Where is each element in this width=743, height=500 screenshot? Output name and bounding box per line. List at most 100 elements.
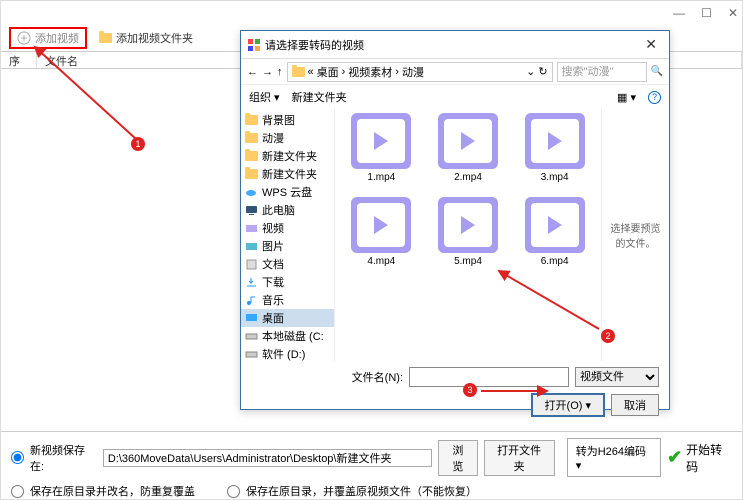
open-folder-button[interactable]: 打开文件夹 [484, 440, 555, 476]
search-placeholder: 搜索"动漫" [562, 66, 614, 78]
pic-icon [245, 241, 258, 252]
file-item[interactable]: 3.mp4 [512, 113, 597, 195]
cancel-button[interactable]: 取消 [611, 394, 659, 416]
dialog-toolbar: 组织 ▾ 新建文件夹 ▦ ▾ ? [241, 85, 669, 109]
save-path-input[interactable] [103, 449, 432, 467]
dialog-nav: ← → ↑ « 桌面 › 视频素材 › 动漫 ⌄ ↻ 搜索"动漫" 🔍 [241, 59, 669, 85]
folder-icon [99, 33, 112, 43]
video-icon [245, 223, 258, 234]
file-name-label: 6.mp4 [541, 256, 569, 267]
nav-up-button[interactable]: ↑ [277, 66, 283, 78]
tree-item[interactable]: 桌面 [241, 309, 334, 327]
video-thumb-icon [438, 197, 498, 253]
start-label: 开始转码 [686, 441, 732, 475]
tree-item[interactable]: 此电脑 [241, 201, 334, 219]
add-folder-label: 添加视频文件夹 [116, 30, 193, 46]
tree-item[interactable]: 图片 [241, 237, 334, 255]
maximize-button[interactable]: ☐ [701, 6, 712, 20]
tree-item-label: 下载 [262, 274, 284, 290]
download-icon [245, 277, 258, 288]
tree-item[interactable]: 文档 [241, 255, 334, 273]
annotation-marker-2: 2 [601, 329, 615, 343]
search-input[interactable]: 搜索"动漫" [557, 62, 647, 82]
file-item[interactable]: 1.mp4 [339, 113, 424, 195]
col-index[interactable]: 序号 [1, 52, 37, 68]
dialog-title: 请选择要转码的视频 [265, 37, 639, 53]
tree-item[interactable]: 动漫 [241, 129, 334, 147]
dialog-footer: 文件名(N): 视频文件 打开(O) ▾ 取消 [241, 361, 669, 429]
annotation-marker-1: 1 [131, 137, 145, 151]
browse-button[interactable]: 浏览 [438, 440, 477, 476]
open-button[interactable]: 打开(O) ▾ [531, 393, 605, 417]
annotation-marker-3: 3 [463, 383, 477, 397]
tree-item[interactable]: 下载 [241, 273, 334, 291]
file-item[interactable]: 4.mp4 [339, 197, 424, 279]
dialog-close-button[interactable]: ✕ [639, 36, 663, 53]
view-mode-button[interactable]: ▦ ▾ [617, 91, 636, 104]
tree-item[interactable]: 软件 (D:) [241, 345, 334, 361]
close-button[interactable]: ✕ [728, 6, 738, 20]
music-icon [245, 295, 258, 306]
tree-item-label: 桌面 [262, 310, 284, 326]
tree-item-label: 音乐 [262, 292, 284, 308]
filetype-select[interactable]: 视频文件 [575, 367, 659, 387]
nav-dropdown-icon[interactable]: ⌄ [526, 65, 535, 78]
nav-back-button[interactable]: ← [247, 66, 258, 78]
cloud-icon [245, 187, 258, 198]
tree-item[interactable]: 音乐 [241, 291, 334, 309]
search-icon[interactable]: 🔍 [651, 66, 663, 77]
help-button[interactable]: ? [648, 91, 661, 104]
tree-item[interactable]: 新建文件夹 [241, 165, 334, 183]
file-item[interactable]: 6.mp4 [512, 197, 597, 279]
doc-icon [245, 259, 258, 270]
preview-pane: 选择要预览的文件。 [601, 109, 669, 361]
tree-item[interactable]: 背景图 [241, 111, 334, 129]
tree-item[interactable]: 新建文件夹 [241, 147, 334, 165]
minimize-button[interactable]: — [673, 6, 685, 20]
file-item[interactable]: 2.mp4 [426, 113, 511, 195]
tree-item-label: 软件 (D:) [262, 346, 305, 361]
footer: 新视频保存在: 浏览 打开文件夹 转为H264编码 ▾ ✔ 开始转码 保存在原目… [1, 431, 742, 499]
breadcrumb-folder-icon [292, 67, 305, 77]
file-item[interactable]: 5.mp4 [426, 197, 511, 279]
tree-item[interactable]: 视频 [241, 219, 334, 237]
start-button[interactable]: ✔ 开始转码 [667, 441, 732, 475]
opt2-label: 保存在原目录，并覆盖原视频文件（不能恢复） [246, 483, 477, 499]
tree-item-label: 图片 [262, 238, 284, 254]
add-video-label: 添加视频 [35, 30, 79, 46]
new-folder-button[interactable]: 新建文件夹 [292, 89, 347, 105]
folder-icon [245, 151, 258, 162]
organize-menu[interactable]: 组织 ▾ [249, 89, 280, 105]
save-to-radio[interactable] [11, 451, 24, 464]
tree-item[interactable]: 本地磁盘 (C: [241, 327, 334, 345]
nav-forward-button[interactable]: → [262, 66, 273, 78]
file-name-label: 5.mp4 [454, 256, 482, 267]
nav-refresh-button[interactable]: ↻ [538, 65, 547, 78]
filename-input[interactable] [409, 367, 569, 387]
file-area: 1.mp4 2.mp4 3.mp4 4.mp4 5.mp4 6.mp4 选择要预览的文件。 [335, 109, 669, 361]
video-thumb-icon [525, 113, 585, 169]
tree-item[interactable]: WPS 云盘 [241, 183, 334, 201]
tree-item-label: 动漫 [262, 130, 284, 146]
dialog-body: 背景图动漫新建文件夹新建文件夹WPS 云盘此电脑视频图片文档下载音乐桌面本地磁盘… [241, 109, 669, 361]
save-to-label: 新视频保存在: [30, 442, 97, 474]
opt1-radio[interactable] [11, 485, 24, 498]
folder-icon [245, 169, 258, 180]
file-name-label: 4.mp4 [367, 256, 395, 267]
encode-select[interactable]: 转为H264编码 ▾ [567, 438, 661, 477]
file-name-label: 3.mp4 [541, 172, 569, 183]
pc-icon [245, 205, 258, 216]
add-folder-button[interactable]: 添加视频文件夹 [99, 30, 193, 46]
tree-item-label: 视频 [262, 220, 284, 236]
tree-item-label: WPS 云盘 [262, 184, 312, 200]
tree-item-label: 新建文件夹 [262, 148, 317, 164]
breadcrumb[interactable]: « 桌面 › 视频素材 › 动漫 ⌄ ↻ [287, 62, 553, 82]
opt2-radio[interactable] [227, 485, 240, 498]
video-thumb-icon [438, 113, 498, 169]
dialog-app-icon [247, 38, 261, 52]
tree-item-label: 本地磁盘 (C: [262, 328, 324, 344]
titlebar: — ☐ ✕ [1, 1, 742, 25]
dialog-titlebar: 请选择要转码的视频 ✕ [241, 31, 669, 59]
file-name-label: 2.mp4 [454, 172, 482, 183]
add-video-button[interactable]: 添加视频 [9, 27, 87, 49]
